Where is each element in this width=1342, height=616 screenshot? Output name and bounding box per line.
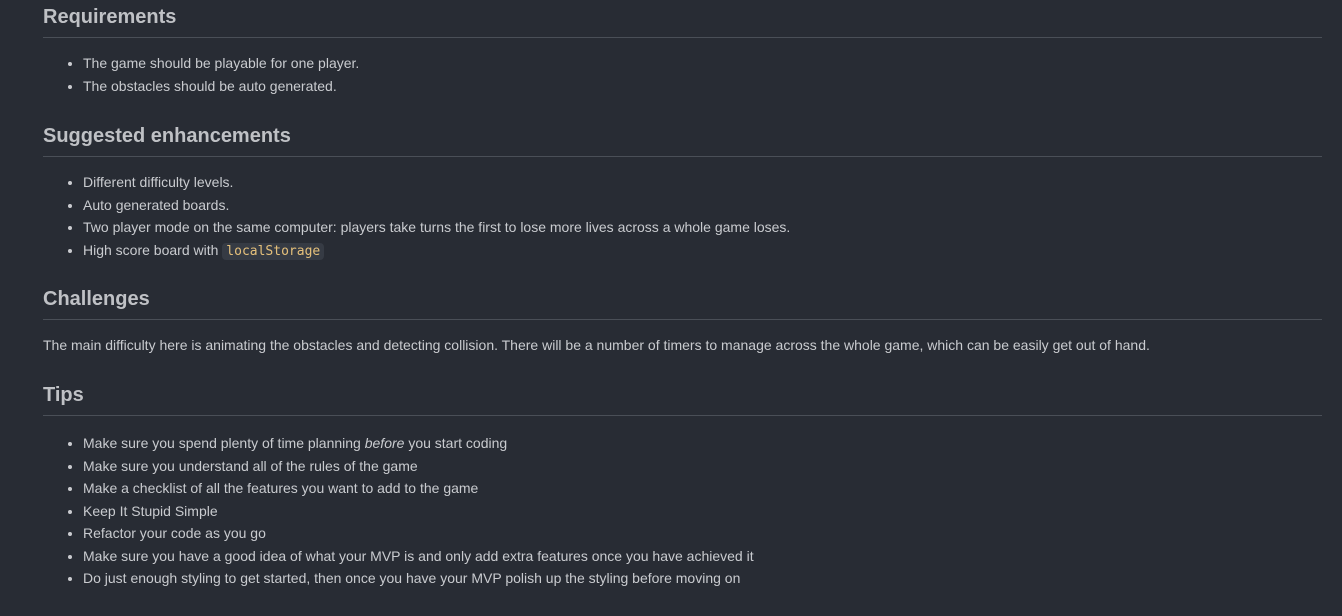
list-item: The game should be playable for one play…: [83, 52, 1322, 75]
list-item: Do just enough styling to get started, t…: [83, 567, 1322, 590]
list-item: Make sure you understand all of the rule…: [83, 455, 1322, 478]
requirements-heading: Requirements: [43, 2, 1322, 38]
list-item: High score board with localStorage: [83, 239, 1322, 264]
list-item: Refactor your code as you go: [83, 522, 1322, 545]
list-item: Keep It Stupid Simple: [83, 500, 1322, 523]
list-item: Make sure you have a good idea of what y…: [83, 545, 1322, 568]
requirements-list: The game should be playable for one play…: [43, 52, 1322, 97]
challenges-section: Challenges The main difficulty here is a…: [43, 284, 1322, 356]
list-item: Auto generated boards.: [83, 194, 1322, 217]
list-item: Different difficulty levels.: [83, 171, 1322, 194]
list-item-text: you start coding: [404, 435, 508, 451]
list-item: Make sure you spend plenty of time plann…: [83, 432, 1322, 455]
list-item-text: Make sure you spend plenty of time plann…: [83, 435, 365, 451]
list-item: Make a checklist of all the features you…: [83, 477, 1322, 500]
emphasis-text: before: [364, 435, 405, 451]
list-item: Two player mode on the same computer: pl…: [83, 216, 1322, 239]
requirements-section: Requirements The game should be playable…: [43, 2, 1322, 97]
tips-list: Make sure you spend plenty of time plann…: [43, 432, 1322, 590]
enhancements-list: Different difficulty levels. Auto genera…: [43, 171, 1322, 263]
inline-code: localStorage: [222, 242, 325, 260]
enhancements-section: Suggested enhancements Different difficu…: [43, 121, 1322, 263]
enhancements-heading: Suggested enhancements: [43, 121, 1322, 157]
list-item: The obstacles should be auto generated.: [83, 75, 1322, 98]
challenges-heading: Challenges: [43, 284, 1322, 320]
tips-heading: Tips: [43, 380, 1322, 416]
list-item-text: High score board with: [83, 241, 223, 258]
tips-section: Tips Make sure you spend plenty of time …: [43, 380, 1322, 590]
challenges-paragraph: The main difficulty here is animating th…: [43, 337, 1150, 353]
